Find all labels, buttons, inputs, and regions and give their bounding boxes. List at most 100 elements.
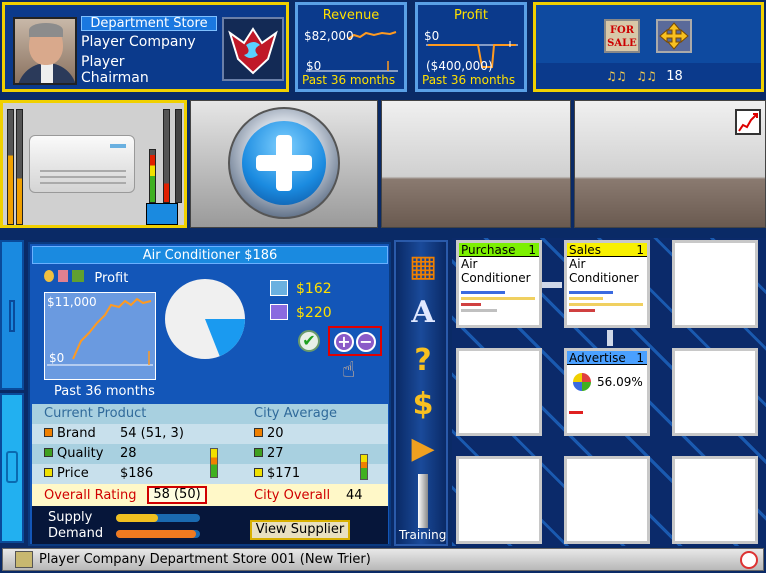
quality-value: 28 — [120, 446, 137, 461]
supply-label: Supply — [48, 510, 93, 525]
confirm-check-icon[interactable]: ✔ — [298, 330, 320, 352]
megaphone-icon[interactable]: ▶ — [404, 430, 442, 468]
price-color-swatch — [44, 468, 53, 477]
brand-label: Brand — [44, 426, 96, 441]
for-sale-icon[interactable]: FOR SALE — [604, 19, 640, 53]
profile-panel: Department Store Player Company Player C… — [2, 2, 289, 92]
sales-product-line1: Air — [569, 257, 586, 271]
market-share-pie — [165, 279, 245, 359]
advertise-unit[interactable]: Advertise 1 56.09% — [564, 348, 650, 436]
quality-color-swatch — [44, 448, 53, 457]
empty-unit[interactable] — [564, 456, 650, 544]
help-icon[interactable]: ? — [404, 342, 442, 380]
level-bar — [16, 109, 23, 225]
coin-icon — [44, 270, 54, 282]
sales-unit-header: Sales 1 — [567, 243, 647, 257]
purchase-unit[interactable]: Purchase 1 Air Conditioner — [456, 240, 542, 328]
profit-max: $0 — [424, 29, 440, 43]
revenue-footer: Past 36 months — [302, 73, 396, 87]
decrease-price-button[interactable]: − — [356, 332, 376, 352]
books-icon[interactable]: ▦ — [404, 248, 442, 286]
quality-level-bar — [149, 149, 156, 203]
overall-rating-value: 58 (50) — [153, 487, 201, 502]
revenue-min: $0 — [306, 59, 322, 73]
player-title: Chairman — [81, 70, 149, 86]
walking-person-icon: ♫ — [646, 69, 657, 83]
product-title: Air Conditioner $186 — [32, 246, 388, 264]
profit-chart-min: $0 — [49, 351, 65, 365]
profit-legend: Profit — [44, 270, 128, 286]
player-name: Player — [81, 54, 125, 70]
supply-bar — [116, 514, 200, 522]
letter-a-icon[interactable]: A — [404, 294, 442, 332]
cost-icon — [270, 280, 288, 296]
tab-1[interactable] — [0, 240, 24, 390]
current-product-header: Current Product — [44, 406, 147, 421]
brand-color-swatch — [44, 428, 53, 437]
product-detail-panel: Air Conditioner $186 Profit $11,000 $0 P… — [28, 242, 391, 546]
profit-min: ($400,000) — [426, 59, 493, 73]
demand-label: Demand — [48, 526, 104, 541]
cost-price: $162 — [296, 281, 332, 297]
profit-history-chart[interactable]: $11,000 $0 — [44, 292, 156, 380]
price-city: $171 — [254, 466, 300, 481]
level-bar — [163, 109, 170, 203]
price-value: $186 — [120, 466, 154, 481]
company-name: Player Company — [81, 34, 196, 50]
add-product-slot[interactable] — [190, 100, 378, 228]
empty-unit[interactable] — [672, 456, 758, 544]
empty-unit[interactable] — [456, 348, 542, 436]
city-overall-label: City Overall — [254, 488, 331, 503]
box-icon — [72, 270, 85, 282]
training-button[interactable]: Training — [399, 528, 446, 542]
product-rating-bar — [210, 448, 218, 478]
dollar-icon[interactable]: $ — [404, 386, 442, 424]
empty-product-slot[interactable] — [574, 100, 766, 228]
quality-label: Quality — [44, 446, 103, 461]
purchase-unit-header: Purchase 1 — [459, 243, 539, 257]
training-bar — [418, 474, 428, 528]
profit-chart-label: Profit — [94, 271, 129, 286]
move-icon[interactable] — [656, 19, 692, 53]
advertise-unit-header: Advertise 1 — [567, 351, 647, 365]
tools-panel: FOR SALE ♫♫ ♫♫ 18 — [533, 2, 764, 92]
add-button[interactable] — [228, 107, 340, 219]
profit-panel[interactable]: Profit $0 ($400,000) Past 36 months — [415, 2, 527, 92]
profit-chart-footer: Past 36 months — [54, 384, 155, 399]
tab-2[interactable] — [0, 393, 24, 543]
empty-unit[interactable] — [672, 240, 758, 328]
close-icon[interactable] — [740, 551, 758, 569]
purchase-product-line2: Conditioner — [461, 271, 531, 285]
sales-unit[interactable]: Sales 1 Air Conditioner — [564, 240, 650, 328]
selected-slot-indicator — [146, 203, 178, 225]
people-count-value: 18 — [666, 69, 683, 84]
level-bar — [175, 109, 182, 203]
product-photo-panel[interactable] — [0, 100, 187, 228]
view-supplier-button[interactable]: View Supplier — [250, 520, 350, 540]
overall-rating-label: Overall Rating — [44, 488, 137, 503]
unit-grid: Purchase 1 Air Conditioner Sales 1 Air Con… — [452, 238, 766, 546]
product-comparison-table: Current Product City Average Brand 54 (5… — [32, 404, 388, 506]
company-logo-icon[interactable] — [222, 17, 284, 81]
empty-product-slot[interactable] — [381, 100, 571, 228]
hand-pointer-icon: ☝ — [342, 358, 356, 383]
overall-rating-box: 58 (50) — [147, 486, 207, 504]
empty-unit[interactable] — [672, 348, 758, 436]
empty-unit[interactable] — [456, 456, 542, 544]
sell-price: $220 — [296, 305, 332, 321]
increase-price-button[interactable]: + — [334, 332, 354, 352]
chart-icon[interactable] — [735, 109, 761, 135]
price-adjust-group: + − — [328, 326, 382, 356]
status-text: Player Company Department Store 001 (New… — [39, 552, 371, 567]
profit-title: Profit — [454, 8, 488, 23]
sell-price-icon — [270, 304, 288, 320]
chairman-avatar[interactable] — [13, 17, 77, 85]
revenue-panel[interactable]: Revenue $82,000 $0 Past 36 months — [295, 2, 407, 92]
walking-person-icon: ♫ — [616, 69, 627, 83]
plus-icon — [242, 121, 326, 205]
city-rating-bar — [360, 454, 368, 480]
profit-footer: Past 36 months — [422, 73, 516, 87]
status-bar: Player Company Department Store 001 (New… — [2, 548, 764, 571]
edit-icon[interactable] — [15, 551, 33, 568]
sales-product-line2: Conditioner — [569, 271, 639, 285]
